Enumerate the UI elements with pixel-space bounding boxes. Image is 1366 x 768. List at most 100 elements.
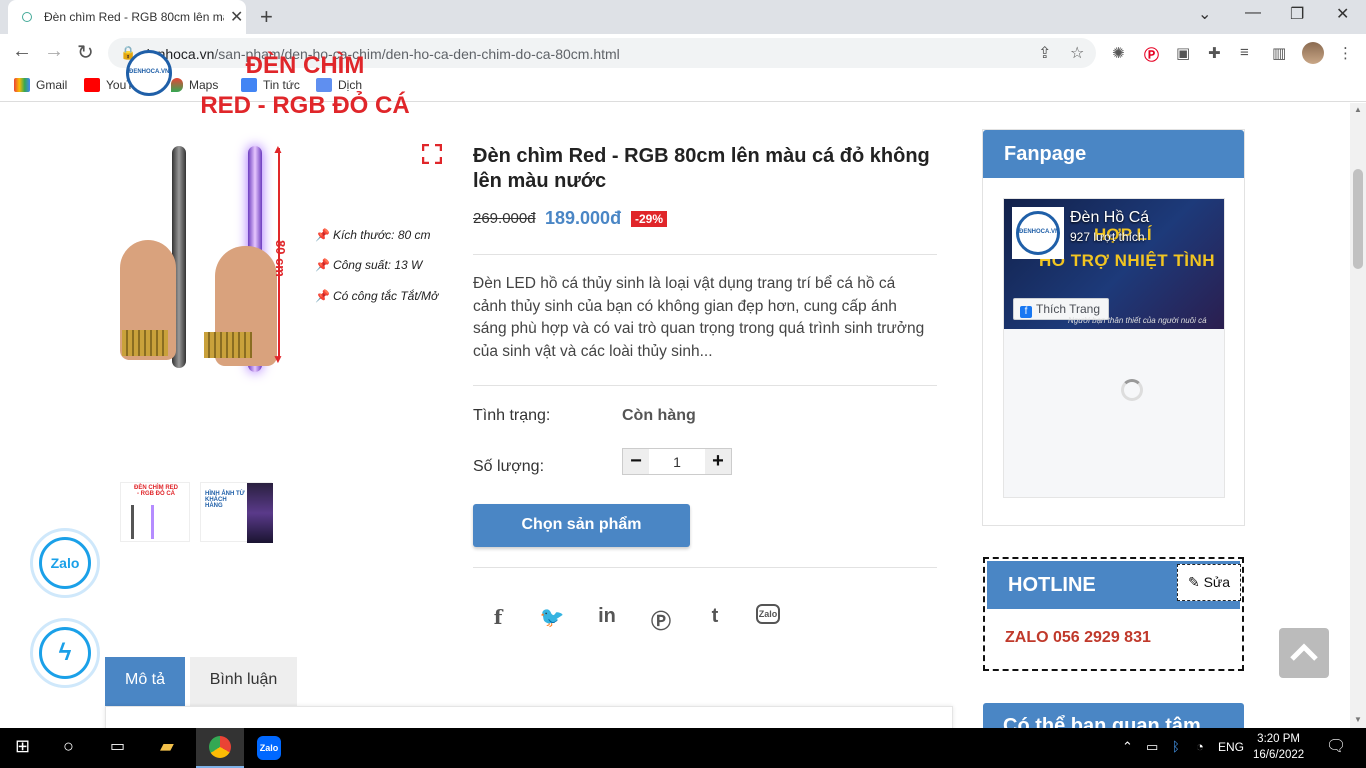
share-page-icon[interactable]: ⇪ xyxy=(1038,43,1051,63)
choose-product-button[interactable]: Chọn sản phẩm xyxy=(473,504,690,547)
scrollbar-thumb[interactable] xyxy=(1353,169,1363,269)
search-circle-icon[interactable]: ○ xyxy=(63,736,74,757)
scroll-down-arrow-icon[interactable]: ▼ xyxy=(1354,715,1362,724)
zalo-icon: Zalo xyxy=(39,537,91,589)
notification-icon[interactable]: 🗨 xyxy=(1326,736,1346,756)
taskbar-chrome[interactable] xyxy=(196,728,244,768)
right-watch xyxy=(204,332,252,358)
task-view-icon[interactable]: ▭ xyxy=(110,736,125,756)
scroll-to-top-button[interactable] xyxy=(1279,628,1329,678)
thumbnail-1[interactable]: ĐÈN CHÌM RED - RGB ĐỎ CÁ xyxy=(120,482,190,542)
reload-icon[interactable]: ↻ xyxy=(77,40,94,65)
status-label: Tình trạng: xyxy=(473,407,551,424)
pin-icon: 📌 xyxy=(315,289,330,303)
side-panel-icon[interactable]: ▥ xyxy=(1272,44,1286,62)
zalo-share-icon[interactable]: Zalo xyxy=(756,604,780,624)
edit-icon: ✎ xyxy=(1187,574,1204,590)
page-scrollbar[interactable]: ▲ ▼ xyxy=(1350,103,1366,728)
product-description: Đèn LED hồ cá thủy sinh là loại vật dụng… xyxy=(473,275,925,360)
hotline-number[interactable]: ZALO 056 2929 831 xyxy=(1005,629,1151,647)
bookmark-star-icon[interactable]: ☆ xyxy=(1070,43,1084,63)
product-title: Đèn chìm Red - RGB 80cm lên màu cá đỏ kh… xyxy=(473,145,930,192)
messenger-chat-button[interactable]: ϟ xyxy=(30,618,100,688)
gmail-icon xyxy=(14,78,30,92)
taskbar-clock[interactable]: 3:20 PM 16/6/2022 xyxy=(1253,731,1304,763)
tab-description[interactable]: Mô tả xyxy=(105,657,185,707)
profile-avatar[interactable] xyxy=(1302,42,1324,64)
close-window-icon[interactable]: ✕ xyxy=(1336,4,1349,24)
divider xyxy=(473,385,937,386)
arrow-down-icon: ▼ xyxy=(272,352,284,366)
divider xyxy=(473,567,937,568)
spec-power: 📌 Công suất: 13 W xyxy=(315,258,423,272)
mail-extension-icon[interactable]: ▣ xyxy=(1176,44,1190,62)
bluetooth-icon[interactable]: ᛒ xyxy=(1172,739,1180,754)
chevron-up-icon xyxy=(1290,643,1318,661)
youtube-icon xyxy=(84,78,100,92)
quantity-label: Số lượng: xyxy=(473,458,545,475)
thumbnail-2[interactable]: HÌNH ẢNH TỪ KHÁCH HÀNG xyxy=(200,482,273,543)
arrow-up-icon: ▲ xyxy=(272,142,284,156)
tab-search-chevron-icon[interactable]: ⌄ xyxy=(1198,4,1211,24)
windows-taskbar: ⊞ ○ ▭ ▰ Zalo ⌃ ▭ ᛒ ◔ ENG 3:20 PM 16/6/20… xyxy=(0,728,1366,768)
facebook-page-name[interactable]: Đèn Hồ Cá xyxy=(1070,209,1149,227)
tab-comments[interactable]: Bình luận xyxy=(190,657,297,707)
quantity-plus-button[interactable]: + xyxy=(705,449,731,474)
quantity-input[interactable]: 1 xyxy=(649,454,705,470)
restore-icon[interactable]: ❐ xyxy=(1290,4,1304,24)
loading-spinner-icon xyxy=(1121,379,1143,401)
facebook-page-logo[interactable]: ĐENHOCA.VN xyxy=(1012,207,1064,259)
pinterest-share-icon[interactable]: Ⓟ xyxy=(647,605,675,633)
product-main-image[interactable]: ĐENHOCA.VN ĐÈN CHÌM RED - RGB ĐỎ CÁ ▲ ▼ … xyxy=(120,30,450,372)
tray-chevron-up-icon[interactable]: ⌃ xyxy=(1122,739,1133,755)
extensions-puzzle-icon[interactable]: ✚ xyxy=(1208,44,1221,62)
battery-icon[interactable]: ▭ xyxy=(1146,739,1158,755)
pin-icon: 📌 xyxy=(315,258,330,272)
facebook-like-count: 927 lượt thích xyxy=(1070,230,1145,244)
old-price: 269.000đ xyxy=(473,210,536,227)
messenger-icon: ϟ xyxy=(39,627,91,679)
discount-badge: -29% xyxy=(631,211,668,227)
status-value: Còn hàng xyxy=(622,407,696,424)
spec-switch: 📌 Có công tắc Tắt/Mở xyxy=(315,289,439,303)
facebook-icon: f xyxy=(1020,306,1032,318)
expand-fullscreen-icon[interactable] xyxy=(422,144,442,164)
fanpage-widget: Fanpage HỢP LÍ HỖ TRỢ NHIỆT TÌNH ĐENHOCA… xyxy=(982,129,1245,526)
quantity-minus-button[interactable]: − xyxy=(623,449,649,474)
fanpage-title: Fanpage xyxy=(983,130,1244,178)
quantity-stepper: − 1 + xyxy=(622,448,732,475)
extension-gear-icon[interactable]: ✺ xyxy=(1112,44,1125,62)
file-explorer-icon[interactable]: ▰ xyxy=(160,736,174,757)
tab-close-icon[interactable]: ✕ xyxy=(230,7,243,27)
scroll-up-arrow-icon[interactable]: ▲ xyxy=(1354,105,1362,114)
bookmark-gmail[interactable]: Gmail xyxy=(14,78,67,92)
minimize-icon[interactable]: — xyxy=(1245,4,1261,22)
language-indicator[interactable]: ENG xyxy=(1218,740,1244,754)
browser-tab-strip: Đèn chìm Red - RGB 80cm lên màu cá đỏ kh… xyxy=(0,0,1366,34)
image-heading-1: ĐÈN CHÌM xyxy=(245,52,365,79)
sale-price: 189.000đ xyxy=(545,208,622,228)
menu-kebab-icon[interactable]: ⋮ xyxy=(1338,44,1353,62)
windows-start-icon[interactable]: ⊞ xyxy=(15,736,30,757)
pinterest-extension-icon[interactable]: Ⓟ xyxy=(1144,44,1159,65)
tumblr-share-icon[interactable]: t xyxy=(701,605,729,633)
new-tab-icon[interactable]: + xyxy=(260,4,273,30)
edit-button[interactable]: ✎ Sửa xyxy=(1177,564,1241,601)
hotline-widget: HOTLINE ✎ Sửa ZALO 056 2929 831 xyxy=(983,557,1244,671)
wifi-icon[interactable]: ◔ xyxy=(1196,739,1204,754)
forward-icon[interactable]: → xyxy=(44,40,64,63)
browser-tab[interactable]: Đèn chìm Red - RGB 80cm lên màu cá đỏ kh… xyxy=(8,0,246,34)
facebook-cover-image[interactable]: HỢP LÍ HỖ TRỢ NHIỆT TÌNH ĐENHOCA.VN Đèn … xyxy=(1004,199,1224,329)
back-icon[interactable]: ← xyxy=(12,40,32,63)
tab-title: Đèn chìm Red - RGB 80cm lên màu cá đỏ kh… xyxy=(44,10,224,24)
chrome-icon xyxy=(209,736,231,758)
zalo-app-icon[interactable]: Zalo xyxy=(257,736,281,760)
linkedin-share-icon[interactable]: in xyxy=(593,605,621,633)
left-watch xyxy=(122,330,168,356)
facebook-share-icon[interactable]: f xyxy=(484,605,512,633)
twitter-share-icon[interactable]: 🐦 xyxy=(538,605,566,633)
media-control-icon[interactable]: ≡ xyxy=(1240,44,1249,61)
facebook-page-plugin[interactable]: HỢP LÍ HỖ TRỢ NHIỆT TÌNH ĐENHOCA.VN Đèn … xyxy=(1003,198,1225,498)
facebook-cover-tagline: Người bạn thân thiết của người nuôi cá xyxy=(1068,316,1207,325)
zalo-chat-button[interactable]: Zalo xyxy=(30,528,100,598)
